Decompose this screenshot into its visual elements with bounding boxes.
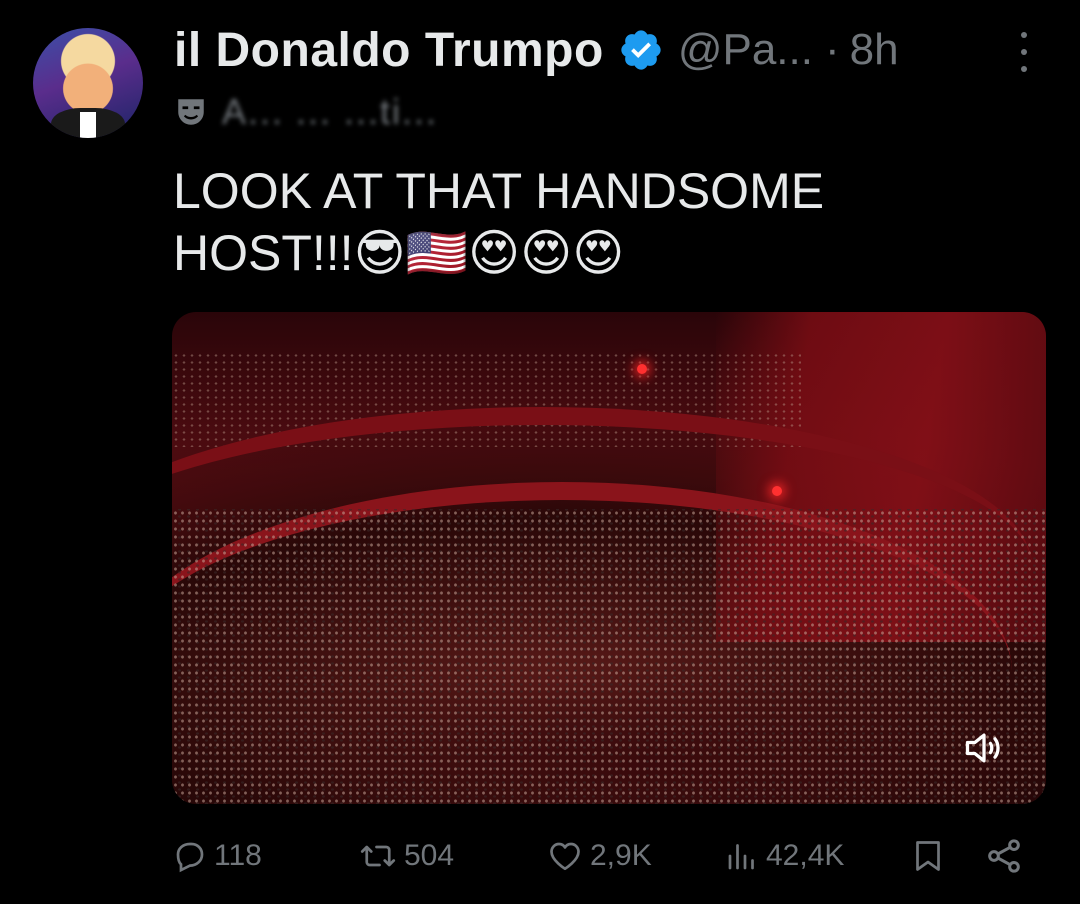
- separator-dot: ·: [824, 25, 840, 74]
- speaker-muted-icon[interactable]: [962, 726, 1006, 770]
- bookmark-icon: [916, 841, 940, 871]
- more-dot: [1021, 49, 1027, 55]
- repost-button[interactable]: 504: [358, 834, 454, 878]
- more-dot: [1021, 66, 1027, 72]
- author-subtitle-row: A... ... ...ti...: [174, 91, 439, 132]
- tweet-header: il Donaldo Trumpo @Pa... · 8h: [174, 22, 899, 78]
- reply-icon: [176, 842, 204, 873]
- tweet-text-host: HOST!!!: [173, 225, 354, 281]
- share-button[interactable]: [984, 834, 1024, 878]
- verified-badge-icon[interactable]: [618, 27, 664, 73]
- author-handle[interactable]: @Pa...: [678, 25, 813, 75]
- video-player[interactable]: [172, 312, 1046, 804]
- like-button[interactable]: 2,9K: [546, 834, 652, 878]
- views-count: 42,4K: [766, 839, 845, 872]
- red-light: [637, 364, 647, 374]
- share-icon: [988, 839, 1020, 873]
- action-bar: 118 504 2,9K 42,4K: [172, 834, 1032, 878]
- reply-button[interactable]: 118: [172, 834, 262, 878]
- avatar[interactable]: [33, 28, 143, 138]
- author-subtitle: A... ... ...ti...: [222, 91, 439, 132]
- views-button[interactable]: 42,4K: [724, 834, 844, 878]
- tweet-text-line2: HOST!!!😎🇺🇸😍😍😍: [173, 222, 973, 284]
- theater-mask-icon: [178, 99, 204, 125]
- red-light: [772, 486, 782, 496]
- like-count: 2,9K: [590, 839, 652, 872]
- bookmark-button[interactable]: [910, 834, 946, 878]
- tweet-text-line1: LOOK AT THAT HANDSOME: [173, 163, 825, 219]
- more-options-icon[interactable]: [1012, 32, 1036, 72]
- heart-icon: [550, 842, 580, 871]
- audience-crowd: [172, 508, 1046, 804]
- more-dot: [1021, 32, 1027, 38]
- author-name[interactable]: il Donaldo Trumpo: [174, 23, 604, 78]
- avatar-shirt: [80, 112, 96, 138]
- views-chart-icon: [728, 844, 754, 870]
- post-time[interactable]: 8h: [850, 25, 899, 75]
- tweet-emojis: 😎🇺🇸😍😍😍: [353, 224, 625, 282]
- reply-count: 118: [214, 839, 262, 872]
- repost-icon: [360, 845, 396, 867]
- repost-count: 504: [404, 839, 455, 872]
- tweet-text: LOOK AT THAT HANDSOME HOST!!!😎🇺🇸😍😍😍: [173, 160, 973, 284]
